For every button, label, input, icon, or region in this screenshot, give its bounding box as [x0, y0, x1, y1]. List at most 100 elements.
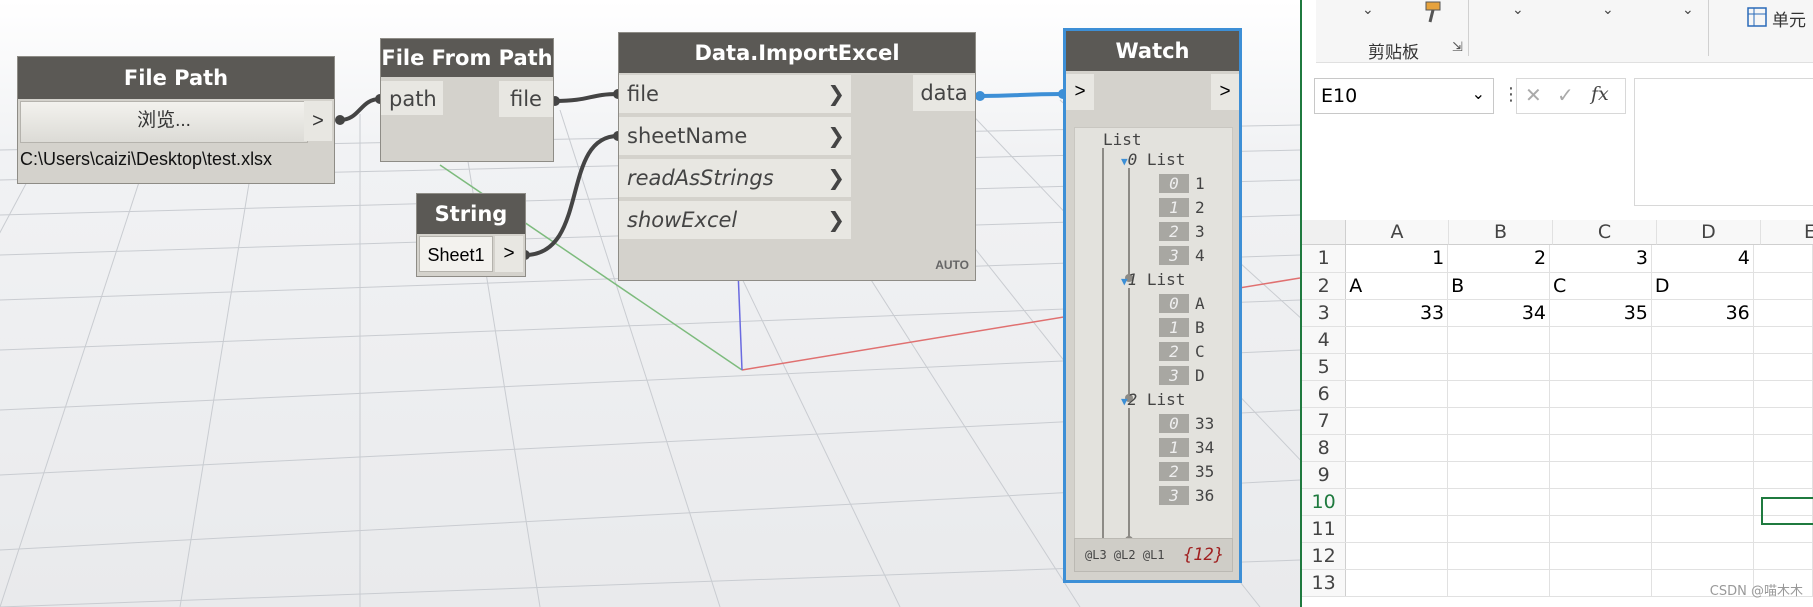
row-header[interactable]: 9: [1302, 461, 1347, 489]
cell[interactable]: [1549, 380, 1652, 408]
cell[interactable]: [1447, 488, 1551, 516]
cell[interactable]: [1345, 542, 1449, 570]
cell[interactable]: [1549, 407, 1652, 435]
row-header[interactable]: 11: [1302, 515, 1347, 543]
cell[interactable]: [1549, 434, 1652, 462]
group-2-header[interactable]: ▼2 List: [1121, 390, 1185, 409]
name-box[interactable]: E10 ⌄: [1314, 78, 1494, 114]
watch-tree[interactable]: List ▼0 List 01 12 23 34 ▼1 List 0A 1B 2…: [1074, 127, 1233, 549]
cell[interactable]: [1651, 461, 1754, 489]
input-port-showexcel[interactable]: showExcel ❯: [619, 201, 851, 241]
cell[interactable]: 35: [1549, 299, 1652, 327]
cell[interactable]: [1549, 326, 1652, 354]
cell[interactable]: [1447, 461, 1551, 489]
formula-bar-input[interactable]: [1634, 78, 1813, 206]
column-header[interactable]: D: [1657, 220, 1761, 245]
column-header[interactable]: A: [1346, 220, 1449, 245]
cell[interactable]: [1447, 434, 1551, 462]
cell[interactable]: [1549, 542, 1652, 570]
file-path-node[interactable]: File Path 浏览... > C:\Users\caizi\Desktop…: [17, 56, 335, 184]
cell[interactable]: [1651, 380, 1754, 408]
group-0-header[interactable]: ▼0 List: [1121, 150, 1185, 169]
cell[interactable]: 2: [1447, 245, 1551, 273]
cell[interactable]: [1753, 407, 1813, 435]
ribbon-partial-label[interactable]: 单元: [1772, 6, 1806, 31]
row-header[interactable]: 12: [1302, 542, 1347, 570]
file-output-port[interactable]: file: [499, 81, 553, 117]
cell[interactable]: [1447, 542, 1551, 570]
row-header[interactable]: 7: [1302, 407, 1347, 435]
cell[interactable]: 4: [1651, 245, 1754, 273]
cell[interactable]: [1447, 569, 1551, 597]
cell[interactable]: [1345, 515, 1449, 543]
cell[interactable]: [1345, 380, 1449, 408]
chevron-down-icon[interactable]: ⌄: [1512, 2, 1524, 18]
column-header[interactable]: C: [1553, 220, 1657, 245]
dynamo-canvas[interactable]: File Path 浏览... > C:\Users\caizi\Desktop…: [0, 0, 1300, 607]
chevron-down-icon[interactable]: ⌄: [1682, 2, 1694, 18]
cell[interactable]: [1447, 407, 1551, 435]
level-label[interactable]: @L1: [1143, 548, 1165, 562]
cell[interactable]: [1345, 353, 1449, 381]
cell[interactable]: 33: [1345, 299, 1449, 327]
cell[interactable]: [1345, 461, 1449, 489]
cell[interactable]: [1447, 326, 1551, 354]
row-header[interactable]: 2: [1302, 272, 1347, 300]
cell[interactable]: [1651, 353, 1754, 381]
chevron-down-icon[interactable]: ⌄: [1602, 2, 1614, 18]
format-painter-icon[interactable]: [1418, 0, 1446, 26]
row-header[interactable]: 10: [1302, 488, 1347, 516]
row-header[interactable]: 13: [1302, 569, 1347, 597]
cell[interactable]: [1651, 515, 1754, 543]
file-from-path-node[interactable]: File From Path path file: [380, 38, 554, 162]
cancel-icon[interactable]: ✕: [1525, 83, 1542, 107]
cell[interactable]: [1651, 488, 1754, 516]
row-header[interactable]: 4: [1302, 326, 1347, 354]
browse-button[interactable]: 浏览...: [20, 101, 308, 143]
cell[interactable]: 36: [1651, 299, 1754, 327]
cell[interactable]: B: [1447, 272, 1551, 300]
watch-node[interactable]: Watch > > List ▼0 List 01 12 2 3 3 4 ▼1 …: [1063, 28, 1242, 583]
cell[interactable]: [1651, 326, 1754, 354]
level-label[interactable]: @L2: [1114, 548, 1136, 562]
output-port[interactable]: >: [1211, 74, 1239, 110]
cell[interactable]: [1549, 569, 1652, 597]
chevron-down-icon[interactable]: ⌄: [1362, 2, 1374, 18]
excel-window[interactable]: ⌄ ⌄ ⌄ ⌄ 剪贴板 ⇲ 单元 E10 ⌄ ⋮ ✕ ✓ fx A B C D …: [1300, 0, 1813, 607]
output-port[interactable]: >: [495, 236, 523, 272]
fx-button[interactable]: fx: [1591, 83, 1609, 105]
cell[interactable]: [1549, 488, 1652, 516]
row-header[interactable]: 1: [1302, 245, 1347, 273]
cell[interactable]: [1753, 353, 1813, 381]
spreadsheet-grid[interactable]: 1 1 2 3 4 2 A B C D 3 33 34 35 36 4 5 6 7 8 9 10 11 12 13: [1302, 245, 1813, 597]
cell[interactable]: [1753, 299, 1813, 327]
column-header[interactable]: E: [1761, 220, 1813, 245]
cell[interactable]: [1753, 542, 1813, 570]
cell[interactable]: [1651, 542, 1754, 570]
row-header[interactable]: 8: [1302, 434, 1347, 462]
cell[interactable]: [1753, 245, 1813, 273]
cell[interactable]: [1447, 353, 1551, 381]
cell[interactable]: D: [1651, 272, 1754, 300]
row-header[interactable]: 5: [1302, 353, 1347, 381]
data-output-port[interactable]: data: [913, 75, 975, 111]
cell[interactable]: [1753, 461, 1813, 489]
row-header[interactable]: 3: [1302, 299, 1347, 327]
output-port[interactable]: >: [304, 101, 332, 141]
string-value-input[interactable]: Sheet1: [419, 236, 493, 272]
input-port-readasstrings[interactable]: readAsStrings ❯: [619, 159, 851, 199]
cell[interactable]: [1447, 380, 1551, 408]
cell[interactable]: [1651, 434, 1754, 462]
check-icon[interactable]: ✓: [1557, 83, 1574, 107]
cell[interactable]: [1549, 353, 1652, 381]
group-1-header[interactable]: ▼1 List: [1121, 270, 1185, 289]
selected-cell[interactable]: [1761, 497, 1813, 525]
cell[interactable]: [1447, 515, 1551, 543]
cell[interactable]: [1753, 380, 1813, 408]
cell[interactable]: 34: [1447, 299, 1551, 327]
cell[interactable]: [1651, 407, 1754, 435]
import-excel-node[interactable]: Data.ImportExcel file ❯ sheetName ❯ read…: [618, 32, 976, 281]
row-header[interactable]: 6: [1302, 380, 1347, 408]
cell[interactable]: [1753, 434, 1813, 462]
string-node[interactable]: String Sheet1 >: [416, 193, 526, 277]
